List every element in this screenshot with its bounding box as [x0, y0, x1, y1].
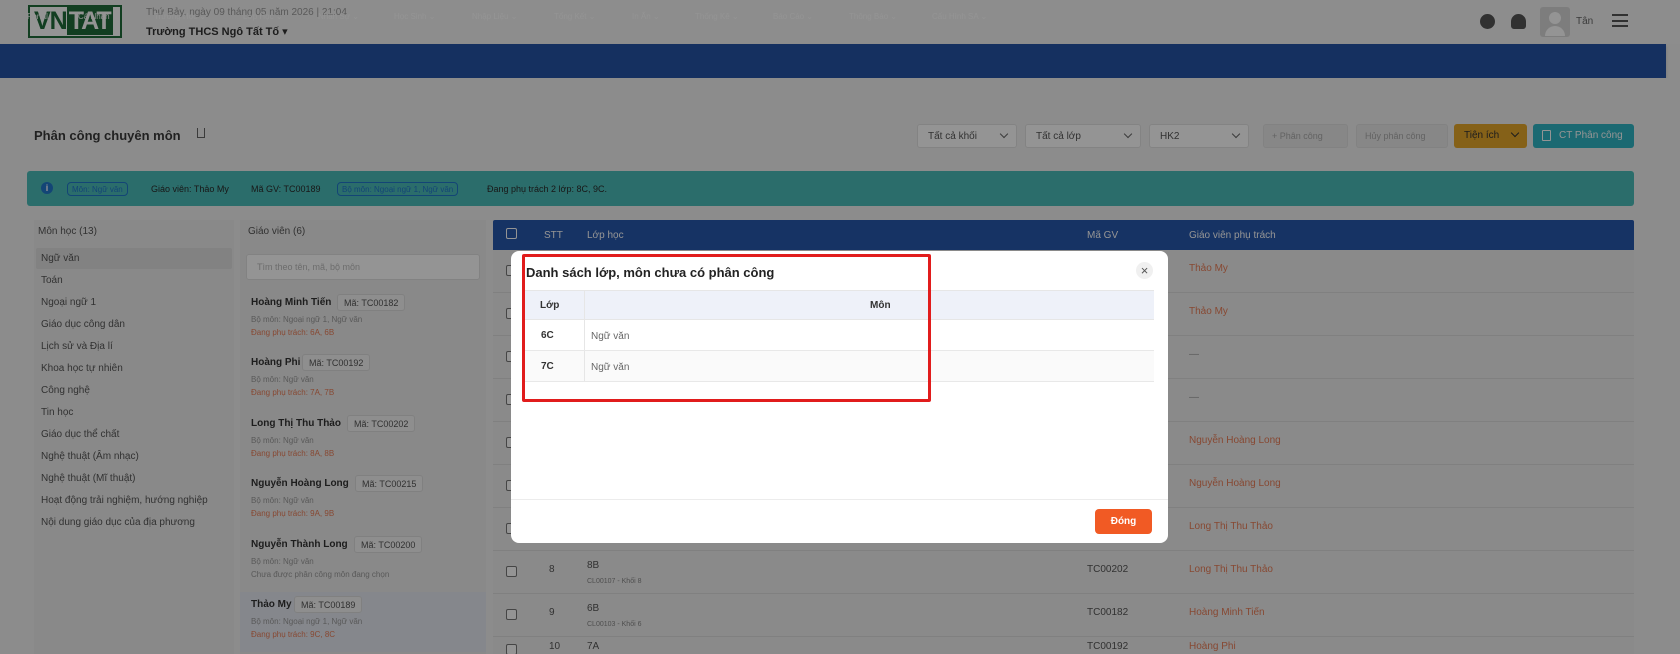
- close-icon[interactable]: ×: [1136, 262, 1153, 279]
- close-button[interactable]: Đóng: [1095, 509, 1152, 534]
- highlight-box: [522, 254, 931, 402]
- modal-divider: [511, 499, 1168, 500]
